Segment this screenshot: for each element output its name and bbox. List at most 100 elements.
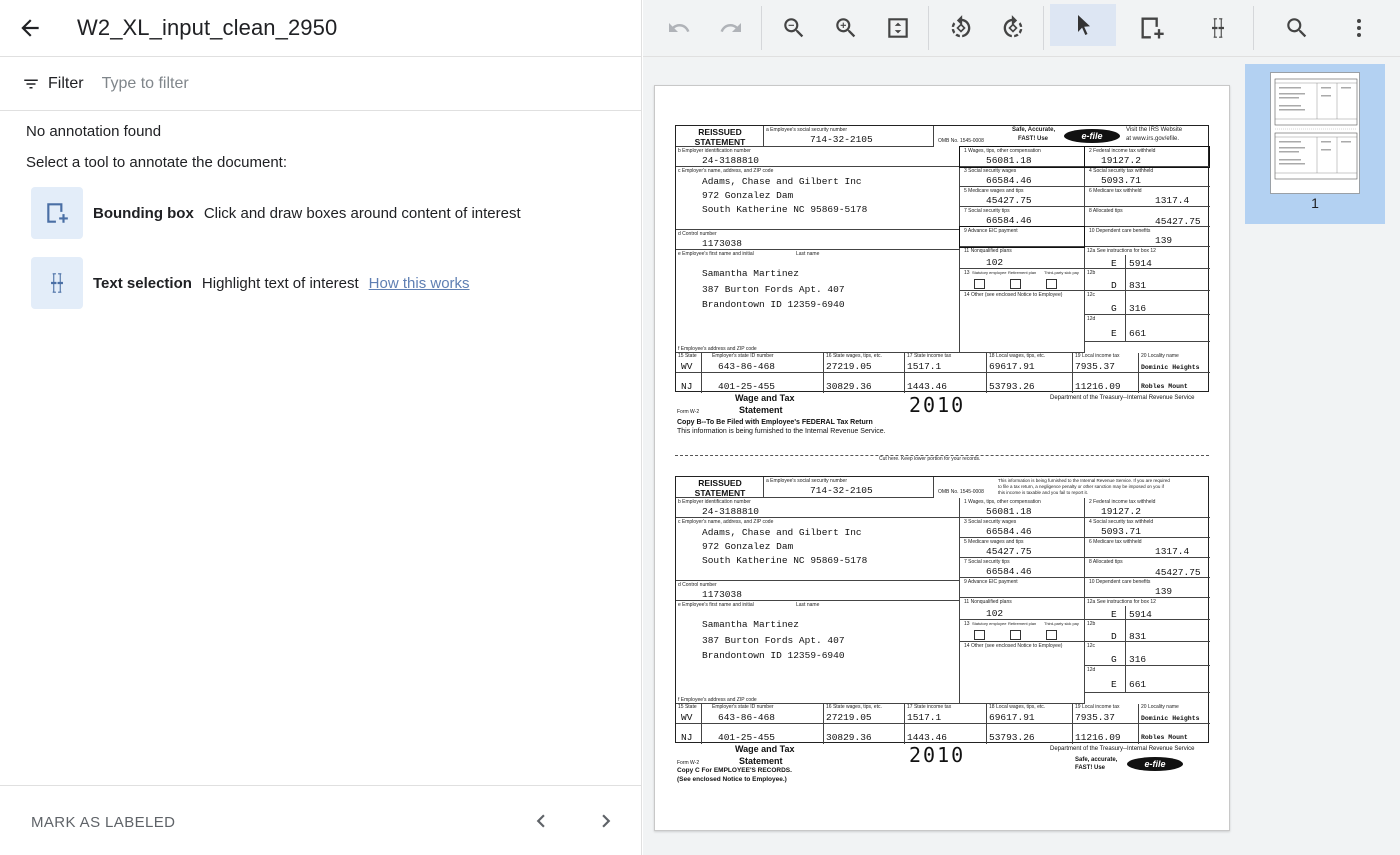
col-divider bbox=[823, 353, 824, 393]
field-label: b Employer identification number bbox=[678, 499, 751, 505]
bounding-box-toolbar-button[interactable] bbox=[1130, 6, 1174, 50]
undo-button[interactable] bbox=[657, 6, 701, 50]
box7-value: 66584.46 bbox=[986, 215, 1032, 226]
field-label: 5 Medicare wages and tips bbox=[964, 539, 1024, 545]
table-cell: Robles Mount bbox=[1141, 734, 1188, 741]
reissued-text: REISSUED bbox=[698, 478, 742, 488]
pointer-icon bbox=[1078, 15, 1090, 35]
ssn-value: 714-32-2105 bbox=[810, 485, 873, 496]
box4-cell: 4 Social security tax withheld 5093.71 bbox=[1085, 518, 1210, 538]
thumbnail-image[interactable] bbox=[1270, 72, 1360, 194]
field-label: 4 Social security tax withheld bbox=[1089, 519, 1154, 525]
mark-as-labeled-button[interactable]: MARK AS LABELED bbox=[31, 814, 175, 831]
retirement-checkbox bbox=[1010, 630, 1021, 640]
copy-c-text: Copy C For EMPLOYEE'S RECORDS. bbox=[677, 767, 792, 774]
document-page[interactable]: REISSUED STATEMENT a Employee's social se… bbox=[654, 85, 1230, 831]
box11-cell: 11 Nonqualified plans 102 bbox=[960, 247, 1085, 269]
table-cell: 30829.36 bbox=[826, 732, 872, 743]
field-label: 3 Social security wages bbox=[964, 519, 1017, 525]
col-divider bbox=[823, 704, 824, 744]
table-cell: 69617.91 bbox=[989, 361, 1035, 372]
col-divider bbox=[904, 353, 905, 393]
department-text: Department of the Treasury--Internal Rev… bbox=[1050, 395, 1195, 401]
zoom-in-icon bbox=[836, 18, 856, 38]
field-label: a Employee's social security number bbox=[766, 478, 847, 484]
box4-value: 5093.71 bbox=[1101, 526, 1141, 537]
table-cell: NJ bbox=[681, 732, 693, 743]
reissued-cell: REISSUED STATEMENT bbox=[676, 126, 764, 147]
search-button[interactable] bbox=[1275, 6, 1319, 50]
document-viewer[interactable]: REISSUED STATEMENT a Employee's social se… bbox=[643, 57, 1243, 855]
retirement-checkbox bbox=[1010, 279, 1021, 289]
header-bar: W2_XL_input_clean_2950 bbox=[0, 0, 641, 57]
box1-value: 56081.18 bbox=[986, 506, 1032, 517]
rotate-left-icon bbox=[951, 15, 971, 38]
department-text: Department of the Treasury--Internal Rev… bbox=[1050, 746, 1195, 752]
field-label: 14 Other (see enclosed Notice to Employe… bbox=[964, 643, 1063, 649]
field-label: 7 Social security tips bbox=[964, 559, 1010, 565]
pointer-tool-button[interactable] bbox=[1050, 4, 1116, 46]
bounding-box-tool-button[interactable] bbox=[31, 187, 83, 239]
table-cell: 27219.05 bbox=[826, 712, 872, 723]
zoom-out-icon bbox=[784, 18, 804, 38]
field-label: 5 Medicare wages and tips bbox=[964, 188, 1024, 194]
field-label: 12d bbox=[1087, 667, 1096, 673]
table-cell: 53793.26 bbox=[989, 381, 1035, 392]
wage-tax-title: Statement bbox=[739, 756, 783, 766]
field-label: 10 Dependent care benefits bbox=[1089, 228, 1151, 234]
field-label: 11 Nonqualified plans bbox=[964, 248, 1012, 254]
text-selection-tool-button[interactable] bbox=[31, 257, 83, 309]
box6-value: 1317.4 bbox=[1155, 546, 1190, 557]
employee-line: Samantha Martinez bbox=[702, 268, 799, 279]
bounding-box-icon bbox=[47, 203, 68, 223]
next-document-button[interactable] bbox=[593, 808, 619, 834]
text-select-toolbar-button[interactable] bbox=[1196, 6, 1240, 50]
table-cell: 643-86-468 bbox=[718, 712, 776, 723]
field-label: 10 Dependent care benefits bbox=[1089, 579, 1151, 585]
box11-cell: 11 Nonqualified plans 102 bbox=[960, 598, 1085, 620]
ein-cell: b Employer identification number 24-3188… bbox=[676, 498, 960, 518]
field-label: 9 Advance EIC payment bbox=[964, 579, 1018, 585]
employee-line: Brandontown ID 12359-6940 bbox=[702, 299, 845, 310]
box12a-cell: 12a See instructions for box 12 E 5914 bbox=[1085, 598, 1210, 620]
col-divider bbox=[701, 353, 702, 393]
more-options-button[interactable] bbox=[1337, 6, 1381, 50]
employer-line: Adams, Chase and Gilbert Inc bbox=[702, 527, 862, 538]
field-label: e Employee's first name and initial bbox=[678, 602, 754, 608]
field-label: c Employer's name, address, and ZIP code bbox=[678, 519, 774, 525]
table-cell: Dominic Heights bbox=[1141, 364, 1200, 371]
table-cell: 1443.46 bbox=[907, 732, 947, 743]
table-cell: Dominic Heights bbox=[1141, 715, 1200, 722]
box12a-code: E bbox=[1111, 609, 1117, 620]
box7-cell: 7 Social security tips 66584.46 bbox=[960, 207, 1085, 227]
box12a-code: E bbox=[1111, 258, 1117, 269]
column-header: 17 State income tax bbox=[907, 704, 952, 710]
box5-cell: 5 Medicare wages and tips 45427.75 bbox=[960, 187, 1085, 207]
zoom-out-button[interactable] bbox=[772, 6, 816, 50]
previous-document-button[interactable] bbox=[528, 808, 554, 834]
filter-button[interactable]: Filter bbox=[22, 75, 84, 93]
redo-button[interactable] bbox=[709, 6, 753, 50]
back-button[interactable] bbox=[0, 0, 60, 57]
rotate-left-button[interactable] bbox=[939, 6, 983, 50]
box7-value: 66584.46 bbox=[986, 566, 1032, 577]
box6-cell: 6 Medicare tax withheld 1317.4 bbox=[1085, 187, 1210, 207]
bounding-box-tool[interactable]: Bounding box Click and draw boxes around… bbox=[31, 187, 521, 239]
zoom-in-button[interactable] bbox=[824, 6, 868, 50]
filter-input[interactable] bbox=[101, 74, 502, 93]
how-this-works-link[interactable]: How this works bbox=[369, 275, 470, 292]
text-selection-tool[interactable]: Text selection Highlight text of interes… bbox=[31, 257, 470, 309]
table-cell: WV bbox=[681, 361, 693, 372]
field-label: e Employee's first name and initial bbox=[678, 251, 754, 257]
page-thumbnail[interactable]: 1 bbox=[1245, 64, 1385, 224]
w2-form-copy-c: REISSUED STATEMENT a Employee's social se… bbox=[675, 476, 1210, 744]
fit-page-button[interactable] bbox=[876, 6, 920, 50]
field-label: 12a See instructions for box 12 bbox=[1087, 248, 1156, 254]
box5-cell: 5 Medicare wages and tips 45427.75 bbox=[960, 538, 1085, 558]
copy-b-text: Copy B--To Be Filed with Employee's FEDE… bbox=[677, 419, 873, 426]
box12c-value: 316 bbox=[1129, 303, 1147, 314]
column-header: 15 State bbox=[678, 353, 697, 359]
box12b-value: 831 bbox=[1129, 631, 1147, 642]
table-cell: 7935.37 bbox=[1075, 361, 1115, 372]
rotate-right-button[interactable] bbox=[991, 6, 1035, 50]
